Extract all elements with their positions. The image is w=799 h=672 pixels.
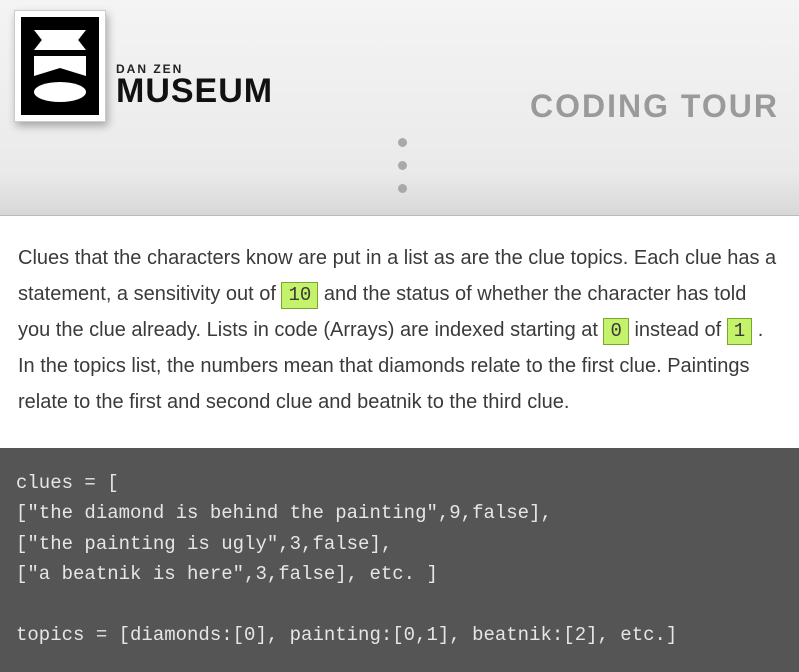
dot-icon — [398, 161, 407, 170]
body-paragraph: Clues that the characters know are put i… — [0, 216, 799, 448]
tour-label: CODING TOUR — [530, 88, 779, 125]
logo[interactable] — [14, 10, 106, 122]
dot-icon — [398, 138, 407, 147]
highlight-one: 1 — [727, 318, 752, 345]
logo-shape-1 — [34, 30, 86, 50]
logo-shape-2 — [34, 56, 86, 76]
header: DAN ZEN MUSEUM CODING TOUR — [0, 0, 799, 216]
title-block: DAN ZEN MUSEUM — [116, 62, 273, 107]
logo-inner — [21, 17, 99, 115]
body-text-3: instead of — [634, 319, 726, 341]
code-block: clues = [ ["the diamond is behind the pa… — [0, 448, 799, 672]
highlight-zero: 0 — [603, 318, 628, 345]
highlight-sensitivity: 10 — [281, 282, 318, 309]
dot-icon — [398, 184, 407, 193]
site-title: MUSEUM — [116, 76, 273, 107]
logo-shape-3 — [34, 82, 86, 102]
vertical-dots-icon — [14, 138, 785, 193]
